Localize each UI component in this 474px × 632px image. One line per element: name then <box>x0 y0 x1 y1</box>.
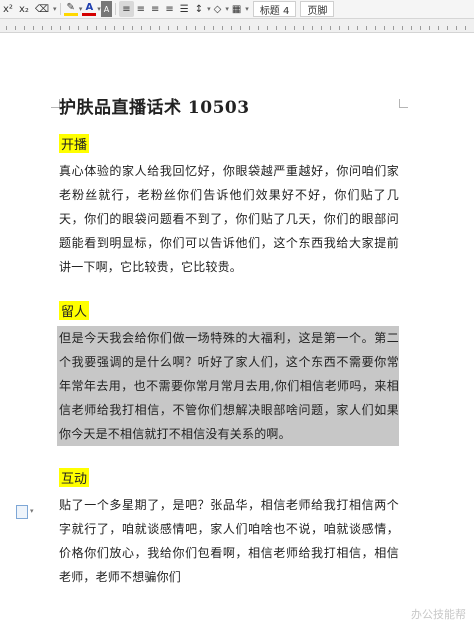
ruler-tick <box>141 26 142 30</box>
document-page[interactable]: ▾ 护肤品直播话术 10503 开播 真心体验的家人给我回忆好，你眼袋越严重越好… <box>0 33 474 632</box>
superscript-icon[interactable]: x² <box>0 1 16 17</box>
ruler-tick <box>51 26 52 30</box>
ruler-tick <box>105 26 106 30</box>
ruler-tick <box>213 26 214 30</box>
ruler-tick <box>69 26 70 30</box>
chevron-down-icon[interactable]: ▾ <box>245 5 249 13</box>
ruler-tick <box>96 26 97 30</box>
char-shading-icon[interactable]: A <box>100 1 113 17</box>
ruler-tick <box>249 26 250 30</box>
ruler-tick <box>447 26 448 30</box>
ruler-tick <box>375 26 376 30</box>
ruler-tick <box>186 26 187 30</box>
ruler-tick <box>78 26 79 30</box>
section-hudong: 互动 贴了一个多星期了，是吧？张品华，相信老师给我打相信两个字就行了，咱就谈感情… <box>59 468 399 589</box>
ruler-tick <box>204 26 205 30</box>
ruler-tick <box>33 26 34 30</box>
ruler-tick <box>420 26 421 30</box>
style-heading4-button[interactable]: 标题 4 <box>252 1 297 17</box>
ruler-tick <box>195 26 196 30</box>
ruler-tick <box>267 26 268 30</box>
ruler-tick <box>321 26 322 30</box>
ruler-tick <box>258 26 259 30</box>
section-heading: 留人 <box>59 301 90 320</box>
ruler-tick <box>177 26 178 30</box>
chevron-down-icon[interactable]: ▾ <box>30 507 34 515</box>
document-icon[interactable] <box>16 505 28 519</box>
section-paragraph: 贴了一个多星期了，是吧？张品华，相信老师给我打相信两个字就行了，咱就谈感情吧，家… <box>59 498 399 584</box>
shading-icon[interactable]: ◇ <box>211 1 225 17</box>
selected-paragraph: 但是今天我会给你们做一场特殊的大福利，这是第一个。第二个我要强调的是什么啊？听好… <box>57 326 399 446</box>
style-footer-button[interactable]: 页脚 <box>300 1 335 17</box>
ruler-tick <box>240 26 241 30</box>
ruler-tick <box>465 26 466 30</box>
section-paragraph: 真心体验的家人给我回忆好，你眼袋越严重越好，你问咱们家老粉丝就行，老粉丝你们告诉… <box>59 164 399 274</box>
ruler-tick <box>384 26 385 30</box>
ruler-tick <box>15 26 16 30</box>
ruler-tick <box>114 26 115 30</box>
horizontal-ruler[interactable] <box>0 19 474 33</box>
justify-icon[interactable]: ≡ <box>162 1 176 17</box>
toolbar: x² x₂ ⌫ ▾ ✎ ▾ A ▾ A ≡ ≡ ≡ ≡ ☰ ↕ ▾ ◇ ▾ ▦ … <box>0 0 474 19</box>
ruler-tick <box>24 26 25 30</box>
ruler-tick <box>42 26 43 30</box>
ruler-tick <box>285 26 286 30</box>
ruler-tick <box>150 26 151 30</box>
ruler-tick <box>393 26 394 30</box>
toolbar-divider <box>115 3 117 15</box>
ruler-tick <box>60 26 61 30</box>
section-heading: 互动 <box>59 468 90 487</box>
align-center-icon[interactable]: ≡ <box>134 1 148 17</box>
distributed-icon[interactable]: ☰ <box>177 1 192 17</box>
ruler-tick <box>312 26 313 30</box>
ruler-tick <box>438 26 439 30</box>
document-title: 护肤品直播话术 10503 <box>59 98 250 118</box>
ruler-tick <box>348 26 349 30</box>
ruler-tick <box>429 26 430 30</box>
document-body[interactable]: 护肤品直播话术 10503 开播 真心体验的家人给我回忆好，你眼袋越严重越好，你… <box>57 93 399 611</box>
ruler-tick <box>456 26 457 30</box>
ruler-tick <box>231 26 232 30</box>
ruler-tick <box>330 26 331 30</box>
margin-corner-top-right <box>399 99 408 108</box>
ruler-tick <box>87 26 88 30</box>
clear-format-icon[interactable]: ⌫ <box>32 1 52 17</box>
ruler-tick <box>276 26 277 30</box>
font-color-icon[interactable]: A <box>82 2 97 16</box>
align-left-icon[interactable]: ≡ <box>119 1 134 17</box>
ruler-tick <box>402 26 403 30</box>
section-heading: 开播 <box>59 134 90 153</box>
line-spacing-icon[interactable]: ↕ <box>192 1 206 17</box>
ruler-tick <box>339 26 340 30</box>
ruler-tick <box>123 26 124 30</box>
watermark: 办公技能帮 <box>411 608 466 621</box>
ruler-tick <box>168 26 169 30</box>
section-kaibo: 开播 真心体验的家人给我回忆好，你眼袋越严重越好，你问咱们家老粉丝就行，老粉丝你… <box>59 134 399 279</box>
ruler-tick <box>411 26 412 30</box>
ruler-tick <box>294 26 295 30</box>
ruler-tick <box>357 26 358 30</box>
subscript-icon[interactable]: x₂ <box>16 1 32 17</box>
align-right-icon[interactable]: ≡ <box>148 1 162 17</box>
ruler-tick <box>303 26 304 30</box>
chevron-down-icon[interactable]: ▾ <box>53 5 57 13</box>
ruler-tick <box>222 26 223 30</box>
highlight-icon[interactable]: ✎ <box>63 2 78 16</box>
ruler-tick <box>159 26 160 30</box>
border-icon[interactable]: ▦ <box>229 1 244 17</box>
ruler-tick <box>132 26 133 30</box>
toolbar-divider <box>59 3 61 15</box>
ruler-tick <box>6 26 7 30</box>
ruler-tick <box>366 26 367 30</box>
section-liuren: 留人 但是今天我会给你们做一场特殊的大福利，这是第一个。第二个我要强调的是什么啊… <box>57 301 399 446</box>
